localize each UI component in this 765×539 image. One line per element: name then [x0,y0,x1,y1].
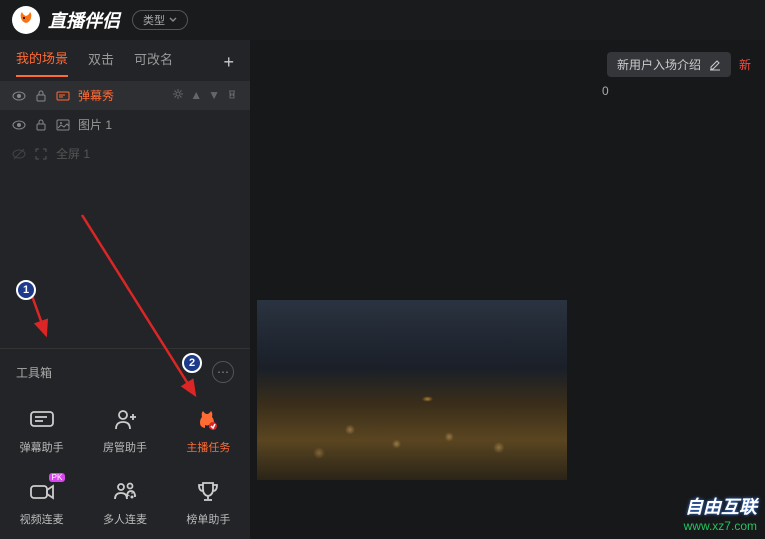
tool-multi-link[interactable]: 多人连麦 [83,467,166,539]
pk-badge: PK [49,473,66,482]
edit-icon [709,59,721,71]
source-row-fullscreen[interactable]: 全屏 1 [0,139,250,168]
visibility-off-icon[interactable] [12,147,26,161]
tab-dblclick[interactable]: 双击 [88,49,114,76]
fullscreen-icon [34,147,48,161]
tool-danmu-helper[interactable]: 弹幕助手 [0,395,83,467]
sidebar: 我的场景 双击 可改名 + 弹幕秀 ▲ ▼ [0,40,250,539]
visibility-icon[interactable] [12,118,26,132]
source-name: 弹幕秀 [78,87,164,104]
app-title: 直播伴侣 [48,7,120,33]
lock-icon[interactable] [34,89,48,103]
add-scene-button[interactable]: + [223,52,234,73]
gear-icon[interactable] [172,88,184,103]
tool-video-link[interactable]: PK 视频连麦 [0,467,83,539]
preview-thumbnail[interactable] [257,300,567,480]
tab-my-scene[interactable]: 我的场景 [16,48,68,77]
rank-helper-icon [195,479,221,505]
tool-label: 房管助手 [103,439,147,455]
move-up-icon[interactable]: ▲ [190,88,202,103]
room-manager-icon [112,407,138,433]
watermark: 自由互联 www.xz7.com [684,493,757,533]
source-row-image[interactable]: 图片 1 [0,110,250,139]
delete-icon[interactable] [226,88,238,103]
tool-label: 视频连麦 [20,511,64,527]
source-actions: ▲ ▼ [172,88,238,103]
source-row-danmu[interactable]: 弹幕秀 ▲ ▼ [0,81,250,110]
type-selector[interactable]: 类型 [132,10,188,30]
multi-link-icon [112,479,138,505]
annotation-badge-1: 1 [16,280,36,300]
tool-room-manager[interactable]: 房管助手 [83,395,166,467]
video-link-icon [29,479,55,505]
visibility-icon[interactable] [12,89,26,103]
watermark-line1: 自由互联 [684,493,757,519]
tool-label: 弹幕助手 [20,439,64,455]
tool-rank-helper[interactable]: 榜单助手 [167,467,250,539]
toolbox-more-button[interactable]: ⋯ [212,361,234,383]
tool-anchor-tasks[interactable]: 主播任务 [167,395,250,467]
chevron-down-icon [169,16,177,24]
tool-label: 主播任务 [186,439,230,455]
newuser-intro-button[interactable]: 新用户入场介绍 [607,52,731,77]
tool-label: 榜单助手 [186,511,230,527]
app-logo [12,6,40,34]
danmu-helper-icon [29,407,55,433]
tool-label: 多人连麦 [103,511,147,527]
lock-icon[interactable] [34,118,48,132]
anchor-tasks-icon [195,407,221,433]
move-down-icon[interactable]: ▼ [208,88,220,103]
image-icon [56,118,70,132]
annotation-badge-2: 2 [182,353,202,373]
counter-value: 0 [602,84,609,98]
source-name: 全屏 1 [56,145,238,162]
danmu-icon [56,89,70,103]
source-name: 图片 1 [78,116,238,133]
toolbox-label: 工具箱 [16,364,52,381]
watermark-line2: www.xz7.com [684,519,757,533]
tab-rename[interactable]: 可改名 [134,49,173,76]
newuser-intro-label: 新用户入场介绍 [617,56,701,73]
red-truncated-text: 新 [739,56,751,73]
type-label: 类型 [143,12,165,28]
